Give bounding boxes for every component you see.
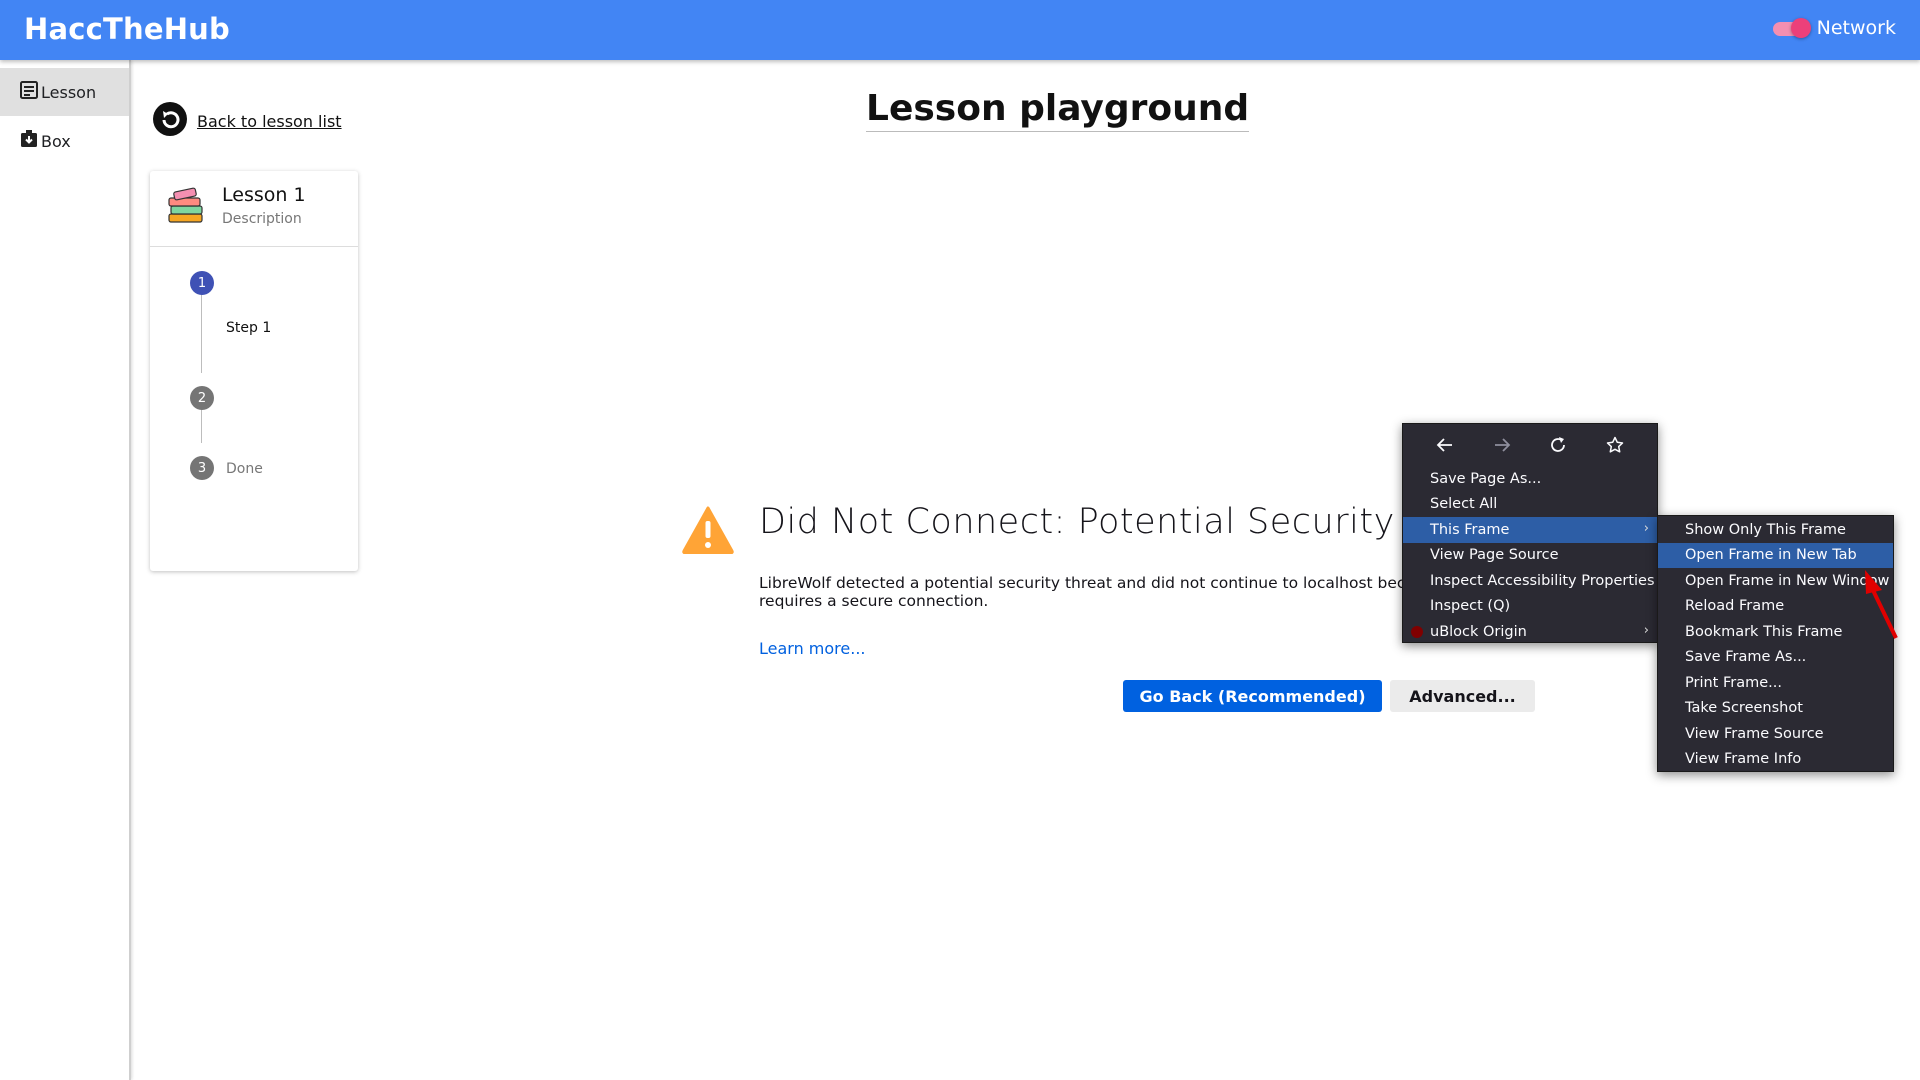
lesson-title: Lesson 1 xyxy=(222,184,306,206)
submenu-item-view-frame-source[interactable]: View Frame Source xyxy=(1658,721,1893,747)
back-to-lesson-list-link[interactable]: Back to lesson list xyxy=(153,102,342,141)
forward-arrow-icon[interactable] xyxy=(1493,437,1511,453)
learn-more-link[interactable]: Learn more... xyxy=(759,639,866,658)
back-arrow-icon[interactable] xyxy=(1436,437,1454,453)
back-link-label: Back to lesson list xyxy=(197,112,342,131)
sidebar-item-label: Box xyxy=(41,131,71,151)
menu-item-label: Reload Frame xyxy=(1685,598,1785,615)
back-circle-icon xyxy=(153,102,187,141)
menu-item-label: Inspect Accessibility Properties xyxy=(1430,572,1655,589)
submenu-arrow-icon: › xyxy=(1643,521,1649,536)
menu-item-label: Save Frame As... xyxy=(1685,649,1807,666)
lesson-icon xyxy=(19,80,41,104)
submenu-item-reload-frame[interactable]: Reload Frame xyxy=(1658,594,1893,620)
submenu-item-open-frame-new-window[interactable]: Open Frame in New Window xyxy=(1658,568,1893,594)
warning-icon xyxy=(682,506,734,559)
menu-item-label: Bookmark This Frame xyxy=(1685,623,1843,640)
network-label: Network xyxy=(1816,17,1896,39)
menu-item-label: This Frame xyxy=(1430,521,1510,538)
menu-item-label: View Frame Info xyxy=(1685,751,1802,768)
menu-item-select-all[interactable]: Select All xyxy=(1403,492,1657,518)
step-connector xyxy=(201,283,202,373)
menu-item-this-frame[interactable]: This Frame › xyxy=(1403,517,1657,543)
submenu-item-bookmark-frame[interactable]: Bookmark This Frame xyxy=(1658,619,1893,645)
advanced-button[interactable]: Advanced... xyxy=(1390,680,1535,712)
submenu-item-print-frame[interactable]: Print Frame... xyxy=(1658,670,1893,696)
menu-item-inspect-accessibility[interactable]: Inspect Accessibility Properties xyxy=(1403,568,1657,594)
bookmark-star-icon[interactable] xyxy=(1606,436,1624,454)
toggle-thumb xyxy=(1790,18,1811,38)
go-back-button[interactable]: Go Back (Recommended) xyxy=(1123,680,1382,712)
menu-item-label: Save Page As... xyxy=(1430,470,1542,487)
submenu-item-take-screenshot[interactable]: Take Screenshot xyxy=(1658,696,1893,722)
menu-item-label: Print Frame... xyxy=(1685,674,1782,691)
menu-item-label: Select All xyxy=(1430,496,1498,513)
box-icon xyxy=(19,129,41,153)
error-description-line: requires a secure connection. xyxy=(759,592,989,610)
page-title: Lesson playground xyxy=(866,88,1250,132)
menu-item-label: View Page Source xyxy=(1430,547,1559,564)
menu-item-label: Open Frame in New Window xyxy=(1685,572,1890,589)
menu-item-inspect[interactable]: Inspect (Q) xyxy=(1403,594,1657,620)
books-icon xyxy=(166,187,206,232)
submenu-item-open-frame-new-tab[interactable]: Open Frame in New Tab xyxy=(1658,542,1893,568)
frame-submenu: Show Only This Frame Open Frame in New T… xyxy=(1657,515,1894,772)
submenu-item-show-only-this-frame[interactable]: Show Only This Frame xyxy=(1658,517,1893,543)
error-description-line: LibreWolf detected a potential security … xyxy=(759,574,1443,592)
ublock-origin-icon xyxy=(1411,626,1423,638)
step-3-label[interactable]: Done xyxy=(226,461,263,477)
app-bar: HaccTheHub Network xyxy=(0,0,1920,60)
lesson-description: Description xyxy=(222,211,302,227)
menu-item-label: Show Only This Frame xyxy=(1685,521,1846,538)
app-title[interactable]: HaccTheHub xyxy=(24,12,230,46)
step-1-circle[interactable]: 1 xyxy=(190,271,214,295)
annotation-arrow-icon xyxy=(1860,562,1900,647)
step-2-circle[interactable]: 2 xyxy=(190,386,214,410)
error-title: Did Not Connect: Potential Security Issu… xyxy=(759,502,1500,542)
context-nav-row xyxy=(1403,424,1657,466)
submenu-item-save-frame-as[interactable]: Save Frame As... xyxy=(1658,645,1893,671)
sidebar-item-label: Lesson xyxy=(41,82,97,102)
step-1-label[interactable]: Step 1 xyxy=(226,320,271,336)
context-menu: Save Page As... Select All This Frame › V… xyxy=(1402,423,1658,643)
sidebar: Lesson Box xyxy=(0,60,131,1080)
step-3-circle[interactable]: 3 xyxy=(190,456,214,480)
submenu-item-view-frame-info[interactable]: View Frame Info xyxy=(1658,747,1893,773)
sidebar-item-box[interactable]: Box xyxy=(0,117,129,165)
menu-item-ublock-origin[interactable]: uBlock Origin › xyxy=(1403,619,1657,645)
menu-item-label: View Frame Source xyxy=(1685,725,1824,742)
lesson-card-header: Lesson 1 Description xyxy=(150,171,358,247)
error-description: LibreWolf detected a potential security … xyxy=(759,574,1459,610)
menu-item-label: Inspect (Q) xyxy=(1430,598,1511,615)
network-toggle[interactable] xyxy=(1772,18,1811,38)
lesson-card: Lesson 1 Description 1 Step 1 2 3 Done xyxy=(150,171,358,571)
menu-item-view-page-source[interactable]: View Page Source xyxy=(1403,543,1657,569)
menu-item-save-page-as[interactable]: Save Page As... xyxy=(1403,466,1657,492)
menu-item-label: Open Frame in New Tab xyxy=(1685,547,1857,564)
menu-item-label: uBlock Origin xyxy=(1430,623,1527,640)
network-toggle-group: Network xyxy=(1772,17,1896,39)
reload-icon[interactable] xyxy=(1549,436,1567,454)
menu-item-label: Take Screenshot xyxy=(1685,700,1803,717)
submenu-arrow-icon: › xyxy=(1643,623,1649,638)
sidebar-item-lesson[interactable]: Lesson xyxy=(0,68,129,116)
